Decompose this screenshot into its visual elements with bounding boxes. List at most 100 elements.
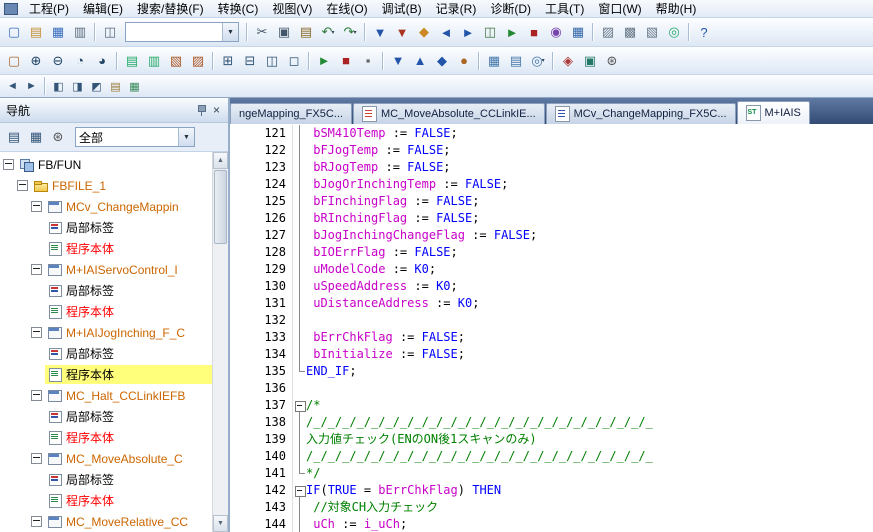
options-icon[interactable]: ⊛ [601,50,623,71]
step-execution-icon[interactable]: ▪ [357,50,379,71]
collapse-icon[interactable] [31,264,42,275]
remote-operation-icon[interactable]: ● [453,50,475,71]
comment-display-icon[interactable]: ▤ [121,50,143,71]
code-line[interactable]: 140 /_/_/_/_/_/_/_/_/_/_/_/_/_/_/_/_/_/_/… [230,448,873,465]
code-line[interactable]: 127 bJogInchingChangeFlag := FALSE; [230,227,873,244]
code-line[interactable]: 121 bSM410Temp := FALSE; [230,125,873,142]
code-line[interactable]: 142 IF(TRUE = bErrChkFlag) THEN [230,482,873,499]
menu-item[interactable]: 搜索/替换(F) [130,0,211,18]
code-line[interactable]: 130 uSpeedAddress := K0; [230,278,873,295]
delete-column-icon[interactable]: ◻ [283,50,305,71]
tree-item[interactable]: 程序本体 [0,301,212,322]
editor-tab[interactable]: MCv_ChangeMapping_FX5C... [545,103,736,124]
scroll-down-icon[interactable]: ▼ [213,515,228,532]
device-test-icon[interactable]: ◉ [545,22,567,43]
note-display-icon[interactable]: ▧ [641,22,663,43]
help-icon[interactable]: ? [693,22,715,43]
code-line[interactable]: 132 [230,312,873,329]
read-from-plc-icon[interactable]: ◄ [435,22,457,43]
collapse-icon[interactable] [31,453,42,464]
menu-item[interactable]: 记录(R) [429,0,484,18]
code-line[interactable]: 143 //対象CH入力チェック [230,499,873,516]
statement-list-icon[interactable]: ▥ [143,50,165,71]
cross-reference-list-icon[interactable]: ▦ [483,50,505,71]
redo-icon[interactable]: ↷ ▾ [339,22,361,43]
code-line[interactable]: 122 bFJogTemp := FALSE; [230,142,873,159]
download-icon[interactable]: ▼ [387,50,409,71]
device-comment-icon[interactable]: ▨ [597,22,619,43]
tree-item[interactable]: M+IAIJogInching_F_C [0,322,212,343]
dropdown-arrow-icon[interactable]: ▼ [178,128,194,146]
code-line[interactable]: 129 uModelCode := K0; [230,261,873,278]
menu-item[interactable]: 调试(B) [375,0,429,18]
collapse-icon[interactable] [31,201,42,212]
code-line[interactable]: 144 uCh := i_uCh; [230,516,873,532]
window-switch-icon[interactable]: ◫ [99,22,121,43]
cross-reference-icon[interactable]: ▦ [567,22,589,43]
code-line[interactable]: 133 bErrChkFlag := FALSE; [230,329,873,346]
insert-row-icon[interactable]: ⊞ [217,50,239,71]
simulation-start-icon[interactable]: ► [313,50,335,71]
menu-item[interactable]: 编辑(E) [76,0,130,18]
watch-register-icon[interactable]: ◎ ▾ [527,50,549,71]
verify-with-plc-icon[interactable]: ◫ [479,22,501,43]
scrollbar-track[interactable] [213,245,228,515]
tree-item[interactable]: 局部标签 [0,280,212,301]
monitor-stop-icon[interactable]: ■ [523,22,545,43]
delete-row-icon[interactable]: ⊟ [239,50,261,71]
find-icon[interactable]: ◔ [69,50,91,71]
convert-all-icon[interactable]: ▼ [391,22,413,43]
code-line[interactable]: 139 入力値チェック(ENのON後1スキャンのみ) [230,431,873,448]
cut-icon[interactable]: ✂ [251,22,273,43]
new-project-icon[interactable]: ▢ [3,22,25,43]
tree-scrollbar[interactable]: ▲ ▼ [212,152,228,532]
forward-icon[interactable]: ► [22,78,41,95]
convert-icon[interactable]: ▼ [369,22,391,43]
menu-item[interactable]: 转换(C) [211,0,266,18]
tree-item[interactable]: FB/FUN [0,154,212,175]
tree-item[interactable]: 局部标签 [0,217,212,238]
tree-item[interactable]: MC_Halt_CCLinkIEFB [0,385,212,406]
collapse-icon[interactable] [295,486,306,497]
watch-window-icon[interactable]: ◎ [663,22,685,43]
tree-display-category-icon[interactable]: ▦ [25,127,47,148]
device-list-icon[interactable]: ▤ [505,50,527,71]
element-selection-icon[interactable]: ◨ [68,78,87,95]
collapse-icon[interactable] [3,159,14,170]
write-to-plc-icon[interactable]: ► [457,22,479,43]
menu-item[interactable]: 工具(T) [538,0,591,18]
scroll-up-icon[interactable]: ▲ [213,152,228,169]
code-line[interactable]: 137 /* [230,397,873,414]
code-line[interactable]: 123 bRJogTemp := FALSE; [230,159,873,176]
scrollbar-thumb[interactable] [214,170,227,244]
st-editor[interactable]: 121 bSM410Temp := FALSE; 122 bFJogTemp :=… [230,124,873,532]
tree-item[interactable]: 程序本体 [0,238,212,259]
tree-item[interactable]: 局部标签 [0,406,212,427]
code-line[interactable]: 125 bFInchingFlag := FALSE; [230,193,873,210]
zoom-in-icon[interactable]: ⊕ [25,50,47,71]
tree-item[interactable]: FBFILE_1 [0,175,212,196]
close-icon[interactable]: × [209,103,224,118]
tree-settings-icon[interactable]: ⊛ [47,127,69,148]
online-program-change-icon[interactable]: ◆ [413,22,435,43]
code-line[interactable]: 134 bInitialize := FALSE; [230,346,873,363]
menu-item[interactable]: 帮助(H) [649,0,704,18]
collapse-icon[interactable] [295,401,306,412]
undo-icon[interactable]: ↶ ▾ [317,22,339,43]
menu-item[interactable]: 工程(P) [22,0,76,18]
menu-item[interactable]: 视图(V) [265,0,319,18]
editor-tab[interactable]: ngeMapping_FX5C... [230,103,352,124]
open-project-icon[interactable]: ▤ [25,22,47,43]
editor-tab[interactable]: M+IAIS [736,101,810,124]
pin-icon[interactable] [194,103,209,118]
tree-item[interactable]: 程序本体 [0,427,212,448]
tree-display-order-icon[interactable]: ▤ [3,127,25,148]
zoom-out-icon[interactable]: ⊖ [47,50,69,71]
device-display-icon[interactable]: ▧ [165,50,187,71]
menu-item[interactable]: 窗口(W) [591,0,648,18]
code-line[interactable]: 126 bRInchingFlag := FALSE; [230,210,873,227]
tree-item[interactable]: 局部标签 [0,469,212,490]
system-monitor-icon[interactable]: ▣ [579,50,601,71]
new-data-icon[interactable]: ▢ [3,50,25,71]
tree-item[interactable]: MC_MoveAbsolute_C [0,448,212,469]
